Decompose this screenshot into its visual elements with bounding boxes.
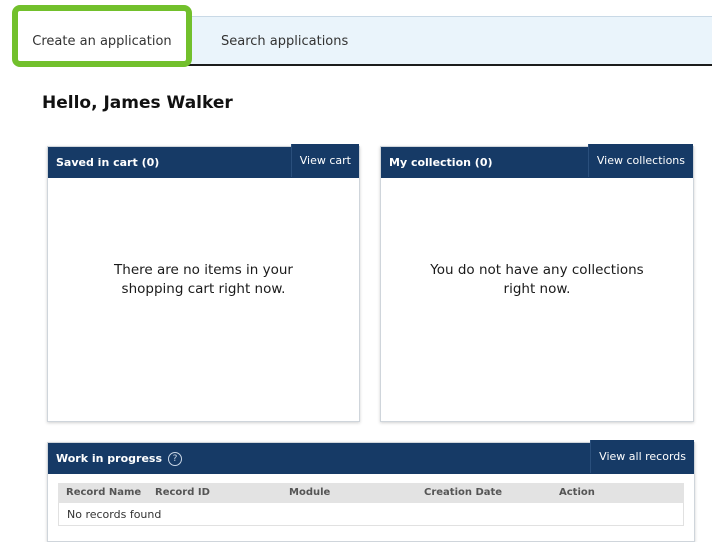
work-panel-title-text: Work in progress (56, 452, 163, 465)
table-row: No records found (58, 503, 684, 526)
collection-panel: My collection (0) View collections You d… (380, 144, 694, 422)
cart-empty-line2: shopping cart right now. (121, 281, 286, 297)
tab-search-applications[interactable]: Search applications (221, 17, 348, 65)
cart-panel: Saved in cart (0) View cart There are no… (47, 144, 360, 422)
view-all-records-link[interactable]: View all records (590, 440, 694, 473)
cart-panel-header: Saved in cart (0) View cart (48, 144, 359, 178)
no-records-message: No records found (67, 508, 162, 521)
collection-panel-title: My collection (0) (389, 156, 493, 169)
collection-panel-header: My collection (0) View collections (381, 144, 693, 178)
help-icon[interactable]: ? (168, 452, 183, 466)
tab-bar: Create an application Search application… (12, 5, 712, 67)
greeting-heading: Hello, James Walker (42, 93, 233, 113)
column-record-name[interactable]: Record Name (66, 487, 141, 498)
tab-create-application[interactable]: Create an application (12, 5, 192, 67)
work-in-progress-panel: Work in progress? View all records Recor… (47, 440, 695, 542)
collection-empty-line2: right now. (503, 281, 571, 297)
cart-panel-title: Saved in cart (0) (56, 156, 160, 169)
cart-empty-message: There are no items in your shopping cart… (48, 261, 359, 299)
view-cart-link[interactable]: View cart (290, 144, 359, 177)
work-panel-header: Work in progress? View all records (48, 440, 694, 474)
records-table-header: Record Name Record ID Module Creation Da… (58, 483, 684, 503)
collection-empty-message: You do not have any collections right no… (381, 261, 693, 299)
column-creation-date[interactable]: Creation Date (424, 487, 502, 498)
work-panel-title: Work in progress? (56, 452, 183, 466)
view-collections-link[interactable]: View collections (587, 144, 693, 177)
column-module[interactable]: Module (289, 487, 330, 498)
column-record-id[interactable]: Record ID (155, 487, 210, 498)
cart-empty-line1: There are no items in your (114, 262, 293, 278)
column-action: Action (559, 487, 595, 498)
records-table: Record Name Record ID Module Creation Da… (58, 483, 684, 526)
collection-empty-line1: You do not have any collections (430, 262, 644, 278)
